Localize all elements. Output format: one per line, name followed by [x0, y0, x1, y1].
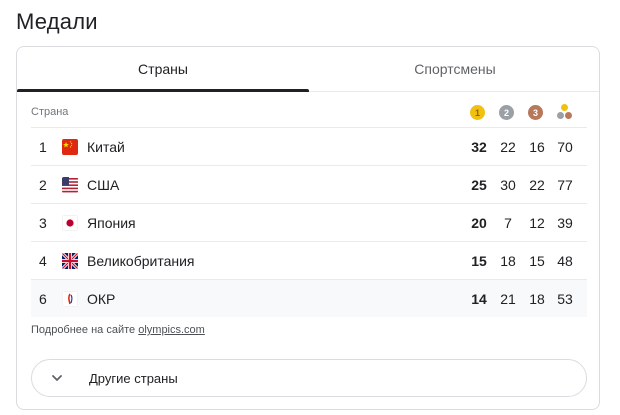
total-count: 77 [557, 177, 573, 193]
chevron-down-icon [50, 371, 64, 385]
rank: 1 [39, 139, 47, 155]
rank: 2 [39, 177, 47, 193]
active-tab-indicator [17, 89, 309, 92]
total-count: 70 [557, 139, 573, 155]
table-row[interactable]: 3 Япония 20 7 12 39 [31, 203, 587, 241]
olympics-link[interactable]: olympics.com [138, 324, 205, 336]
country-column-header: Страна [31, 106, 69, 118]
source-note-text: Подробнее на сайте [31, 324, 136, 336]
country-name: Китай [87, 139, 125, 155]
tab-athletes[interactable]: Спортсмены [309, 47, 601, 91]
total-medals-icon [557, 104, 573, 121]
bronze-count: 18 [529, 291, 545, 307]
bronze-count: 22 [529, 177, 545, 193]
silver-count: 7 [504, 215, 512, 231]
more-countries-button[interactable]: Другие страны [31, 359, 587, 397]
table-row[interactable]: 2 США 25 30 22 77 [31, 165, 587, 203]
gold-medal-icon: 1 [470, 105, 485, 120]
bronze-count: 16 [529, 139, 545, 155]
bronze-count: 12 [529, 215, 545, 231]
source-note: Подробнее на сайте olympics.com [31, 324, 205, 336]
usa-flag-icon [62, 177, 78, 193]
total-count: 53 [557, 291, 573, 307]
medals-card: Страны Спортсмены Страна 1 2 3 1 Китай 3… [16, 46, 600, 410]
tab-bar: Страны Спортсмены [17, 47, 599, 92]
silver-count: 22 [500, 139, 516, 155]
bronze-count: 15 [529, 253, 545, 269]
more-countries-label: Другие страны [89, 370, 178, 386]
gold-count: 14 [471, 291, 487, 307]
tab-countries[interactable]: Страны [17, 47, 309, 92]
gold-count: 15 [471, 253, 487, 269]
tab-athletes-label: Спортсмены [414, 61, 496, 77]
silver-medal-icon: 2 [499, 105, 514, 120]
country-name: США [87, 177, 120, 193]
medal-table: 1 Китай 32 22 16 70 2 США 25 30 22 77 3 [31, 127, 587, 317]
tab-countries-label: Страны [138, 61, 188, 77]
china-flag-icon [62, 139, 78, 155]
page-title: Медали [16, 9, 98, 34]
silver-count: 21 [500, 291, 516, 307]
rank: 6 [39, 291, 47, 307]
country-name: ОКР [87, 291, 116, 307]
table-header: Страна 1 2 3 [17, 99, 599, 127]
table-row[interactable]: 4 Великобритания 15 18 15 48 [31, 241, 587, 279]
total-count: 48 [557, 253, 573, 269]
japan-flag-icon [62, 215, 78, 231]
country-name: Япония [87, 215, 136, 231]
rank: 3 [39, 215, 47, 231]
gold-count: 20 [471, 215, 487, 231]
bronze-medal-icon: 3 [528, 105, 543, 120]
gold-count: 32 [471, 139, 487, 155]
uk-flag-icon [62, 253, 78, 269]
country-name: Великобритания [87, 253, 195, 269]
table-row[interactable]: 6 ОКР 14 21 18 53 [31, 279, 587, 317]
table-row[interactable]: 1 Китай 32 22 16 70 [31, 127, 587, 165]
silver-count: 30 [500, 177, 516, 193]
rank: 4 [39, 253, 47, 269]
gold-count: 25 [471, 177, 487, 193]
silver-count: 18 [500, 253, 516, 269]
roc-flag-icon [62, 291, 78, 307]
total-count: 39 [557, 215, 573, 231]
